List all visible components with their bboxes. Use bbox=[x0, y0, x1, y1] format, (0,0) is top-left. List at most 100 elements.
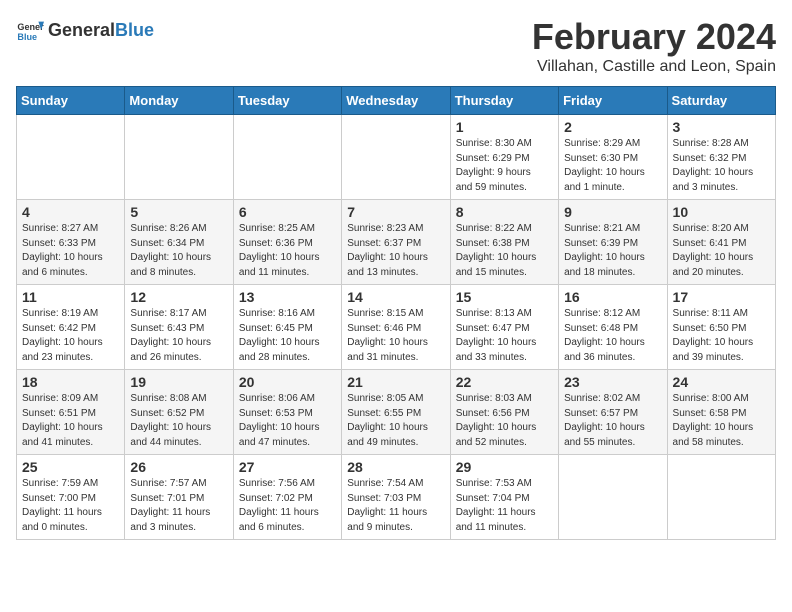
calendar-cell: 14Sunrise: 8:15 AM Sunset: 6:46 PM Dayli… bbox=[342, 285, 450, 370]
day-number: 28 bbox=[347, 459, 444, 475]
day-info: Sunrise: 8:20 AM Sunset: 6:41 PM Dayligh… bbox=[673, 222, 770, 280]
calendar-cell: 6 Sunrise: 8:25 AM Sunset: 6:36 PM Daylig… bbox=[233, 200, 341, 285]
day-number: 13 bbox=[239, 289, 336, 305]
calendar-cell: 17 Sunrise: 8:11 AM Sunset: 6:50 PM Dayli… bbox=[667, 285, 775, 370]
calendar-cell: 15 Sunrise: 8:13 AM Sunset: 6:47 PM Dayli… bbox=[450, 285, 558, 370]
day-info: Sunrise: 8:02 AM Sunset: 6:57 PM Dayligh… bbox=[564, 392, 661, 450]
header-thursday: Thursday bbox=[450, 87, 558, 115]
calendar-cell: 23Sunrise: 8:02 AM Sunset: 6:57 PM Dayli… bbox=[559, 370, 667, 455]
day-info: Sunrise: 8:15 AM Sunset: 6:46 PM Dayligh… bbox=[347, 307, 444, 365]
day-number: 5 bbox=[130, 204, 227, 220]
day-info: Sunrise: 8:08 AM Sunset: 6:52 PM Dayligh… bbox=[130, 392, 227, 450]
calendar-cell bbox=[559, 455, 667, 540]
header-saturday: Saturday bbox=[667, 87, 775, 115]
day-info: Sunrise: 8:12 AM Sunset: 6:48 PM Dayligh… bbox=[564, 307, 661, 365]
day-info: Sunrise: 7:56 AM Sunset: 7:02 PM Dayligh… bbox=[239, 477, 336, 535]
calendar-cell: 1 Sunrise: 8:30 AM Sunset: 6:29 PM Daylig… bbox=[450, 115, 558, 200]
day-info: Sunrise: 8:05 AM Sunset: 6:55 PM Dayligh… bbox=[347, 392, 444, 450]
calendar-cell: 12Sunrise: 8:17 AM Sunset: 6:43 PM Dayli… bbox=[125, 285, 233, 370]
calendar-cell: 24 Sunrise: 8:00 AM Sunset: 6:58 PM Dayli… bbox=[667, 370, 775, 455]
week-row-1: 4 Sunrise: 8:27 AM Sunset: 6:33 PM Daylig… bbox=[17, 200, 776, 285]
day-number: 20 bbox=[239, 374, 336, 390]
day-number: 24 bbox=[673, 374, 770, 390]
day-number: 12 bbox=[130, 289, 227, 305]
logo: General Blue GeneralBlue bbox=[16, 16, 154, 44]
week-row-0: 1 Sunrise: 8:30 AM Sunset: 6:29 PM Daylig… bbox=[17, 115, 776, 200]
week-row-2: 11Sunrise: 8:19 AM Sunset: 6:42 PM Dayli… bbox=[17, 285, 776, 370]
logo-blue: Blue bbox=[115, 20, 154, 41]
day-info: Sunrise: 7:54 AM Sunset: 7:03 PM Dayligh… bbox=[347, 477, 444, 535]
day-number: 22 bbox=[456, 374, 553, 390]
day-number: 25 bbox=[22, 459, 119, 475]
location-title: Villahan, Castille and Leon, Spain bbox=[532, 58, 776, 76]
day-number: 2 bbox=[564, 119, 661, 135]
title-area: February 2024 Villahan, Castille and Leo… bbox=[532, 16, 776, 76]
day-number: 27 bbox=[239, 459, 336, 475]
header-monday: Monday bbox=[125, 87, 233, 115]
calendar-cell: 25 Sunrise: 7:59 AM Sunset: 7:00 PM Dayli… bbox=[17, 455, 125, 540]
day-number: 15 bbox=[456, 289, 553, 305]
day-number: 29 bbox=[456, 459, 553, 475]
day-info: Sunrise: 8:00 AM Sunset: 6:58 PM Dayligh… bbox=[673, 392, 770, 450]
day-number: 26 bbox=[130, 459, 227, 475]
day-number: 8 bbox=[456, 204, 553, 220]
calendar-cell: 18Sunrise: 8:09 AM Sunset: 6:51 PM Dayli… bbox=[17, 370, 125, 455]
day-info: Sunrise: 8:16 AM Sunset: 6:45 PM Dayligh… bbox=[239, 307, 336, 365]
svg-text:Blue: Blue bbox=[17, 32, 37, 42]
calendar-cell: 29 Sunrise: 7:53 AM Sunset: 7:04 PM Dayli… bbox=[450, 455, 558, 540]
day-info: Sunrise: 8:13 AM Sunset: 6:47 PM Dayligh… bbox=[456, 307, 553, 365]
calendar-cell: 3 Sunrise: 8:28 AM Sunset: 6:32 PM Daylig… bbox=[667, 115, 775, 200]
day-number: 1 bbox=[456, 119, 553, 135]
day-info: Sunrise: 8:11 AM Sunset: 6:50 PM Dayligh… bbox=[673, 307, 770, 365]
day-number: 7 bbox=[347, 204, 444, 220]
day-number: 9 bbox=[564, 204, 661, 220]
calendar-cell: 20 Sunrise: 8:06 AM Sunset: 6:53 PM Dayli… bbox=[233, 370, 341, 455]
calendar-cell: 16 Sunrise: 8:12 AM Sunset: 6:48 PM Dayli… bbox=[559, 285, 667, 370]
day-info: Sunrise: 8:28 AM Sunset: 6:32 PM Dayligh… bbox=[673, 137, 770, 195]
day-info: Sunrise: 8:27 AM Sunset: 6:33 PM Dayligh… bbox=[22, 222, 119, 280]
calendar-cell: 2Sunrise: 8:29 AM Sunset: 6:30 PM Daylig… bbox=[559, 115, 667, 200]
day-number: 3 bbox=[673, 119, 770, 135]
day-info: Sunrise: 8:03 AM Sunset: 6:56 PM Dayligh… bbox=[456, 392, 553, 450]
calendar-cell: 26 Sunrise: 7:57 AM Sunset: 7:01 PM Dayli… bbox=[125, 455, 233, 540]
day-info: Sunrise: 8:30 AM Sunset: 6:29 PM Dayligh… bbox=[456, 137, 553, 195]
calendar-cell bbox=[342, 115, 450, 200]
calendar-cell bbox=[125, 115, 233, 200]
header-sunday: Sunday bbox=[17, 87, 125, 115]
month-title: February 2024 bbox=[532, 16, 776, 58]
day-number: 11 bbox=[22, 289, 119, 305]
calendar-cell: 28 Sunrise: 7:54 AM Sunset: 7:03 PM Dayli… bbox=[342, 455, 450, 540]
logo-general: General bbox=[48, 20, 115, 41]
day-info: Sunrise: 7:53 AM Sunset: 7:04 PM Dayligh… bbox=[456, 477, 553, 535]
day-number: 21 bbox=[347, 374, 444, 390]
day-info: Sunrise: 8:26 AM Sunset: 6:34 PM Dayligh… bbox=[130, 222, 227, 280]
calendar-cell: 27 Sunrise: 7:56 AM Sunset: 7:02 PM Dayli… bbox=[233, 455, 341, 540]
header-friday: Friday bbox=[559, 87, 667, 115]
day-info: Sunrise: 8:21 AM Sunset: 6:39 PM Dayligh… bbox=[564, 222, 661, 280]
calendar-header-row: SundayMondayTuesdayWednesdayThursdayFrid… bbox=[17, 87, 776, 115]
calendar-cell: 10Sunrise: 8:20 AM Sunset: 6:41 PM Dayli… bbox=[667, 200, 775, 285]
day-info: Sunrise: 8:09 AM Sunset: 6:51 PM Dayligh… bbox=[22, 392, 119, 450]
calendar-cell: 22 Sunrise: 8:03 AM Sunset: 6:56 PM Dayli… bbox=[450, 370, 558, 455]
day-info: Sunrise: 8:22 AM Sunset: 6:38 PM Dayligh… bbox=[456, 222, 553, 280]
day-info: Sunrise: 7:57 AM Sunset: 7:01 PM Dayligh… bbox=[130, 477, 227, 535]
calendar-cell: 19 Sunrise: 8:08 AM Sunset: 6:52 PM Dayli… bbox=[125, 370, 233, 455]
calendar-cell bbox=[17, 115, 125, 200]
day-number: 19 bbox=[130, 374, 227, 390]
calendar-cell: 11Sunrise: 8:19 AM Sunset: 6:42 PM Dayli… bbox=[17, 285, 125, 370]
day-number: 16 bbox=[564, 289, 661, 305]
calendar-cell bbox=[667, 455, 775, 540]
header-tuesday: Tuesday bbox=[233, 87, 341, 115]
day-info: Sunrise: 8:06 AM Sunset: 6:53 PM Dayligh… bbox=[239, 392, 336, 450]
calendar-cell: 21 Sunrise: 8:05 AM Sunset: 6:55 PM Dayli… bbox=[342, 370, 450, 455]
calendar-cell: 7 Sunrise: 8:23 AM Sunset: 6:37 PM Daylig… bbox=[342, 200, 450, 285]
day-number: 6 bbox=[239, 204, 336, 220]
day-info: Sunrise: 8:23 AM Sunset: 6:37 PM Dayligh… bbox=[347, 222, 444, 280]
day-info: Sunrise: 7:59 AM Sunset: 7:00 PM Dayligh… bbox=[22, 477, 119, 535]
calendar-table: SundayMondayTuesdayWednesdayThursdayFrid… bbox=[16, 86, 776, 540]
day-info: Sunrise: 8:25 AM Sunset: 6:36 PM Dayligh… bbox=[239, 222, 336, 280]
day-number: 17 bbox=[673, 289, 770, 305]
header-wednesday: Wednesday bbox=[342, 87, 450, 115]
day-number: 4 bbox=[22, 204, 119, 220]
logo-icon: General Blue bbox=[16, 16, 44, 44]
